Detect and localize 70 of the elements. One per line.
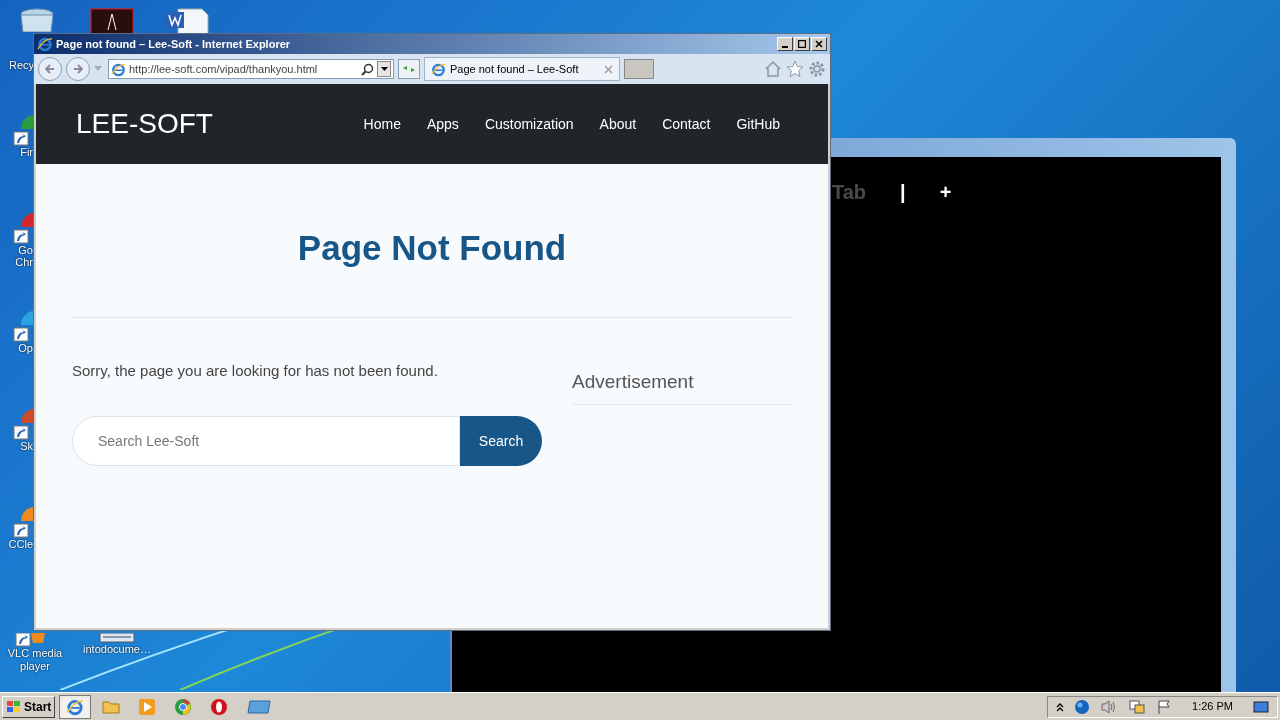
minimize-button[interactable] <box>777 37 793 51</box>
home-icon[interactable] <box>764 60 782 78</box>
recycle-bin-icon[interactable] <box>18 8 56 32</box>
desktop-icon-label[interactable]: Go Chr <box>3 244 33 268</box>
maximize-button[interactable] <box>794 37 810 51</box>
desktop-icon-label[interactable]: Sk <box>3 440 33 452</box>
forward-button[interactable] <box>66 57 90 81</box>
browser-icon <box>37 36 53 52</box>
forward-arrow-icon <box>72 63 84 75</box>
nav-link[interactable]: GitHub <box>736 113 780 135</box>
close-icon <box>815 40 823 48</box>
back-button[interactable] <box>38 57 62 81</box>
address-text: http://lee-soft.com/vipad/thankyou.html <box>129 61 319 77</box>
caret-icon <box>380 66 388 72</box>
start-button[interactable]: Start <box>2 695 56 718</box>
refresh-arrows-icon <box>402 64 416 74</box>
file-icon[interactable] <box>99 633 135 643</box>
star-icon[interactable] <box>786 60 804 78</box>
app-shortcut-icon[interactable] <box>13 210 33 244</box>
nav-link[interactable]: About <box>599 113 637 135</box>
app-shortcut-icon[interactable] <box>13 308 33 342</box>
nav-link[interactable]: Apps <box>426 113 459 135</box>
show-desktop-icon[interactable] <box>1253 699 1269 714</box>
desktop-icon-label[interactable]: Recy <box>9 59 35 72</box>
app-shortcut-icon[interactable] <box>15 633 45 647</box>
app-shortcut-icon[interactable] <box>13 112 33 146</box>
window-title: Page not found – Lee-Soft - Internet Explorer <box>56 36 292 52</box>
refresh-button[interactable] <box>398 59 420 79</box>
page-icon <box>111 61 126 77</box>
nav-link[interactable]: Contact <box>662 113 711 135</box>
window-icon <box>246 698 273 715</box>
sidebar-title: Advertisement <box>572 367 792 405</box>
media-player-icon <box>138 697 157 716</box>
close-tab-icon[interactable] <box>604 64 613 74</box>
settings-icon[interactable] <box>808 60 826 78</box>
not-found-message: Sorry, the page you are looking for has not been found. <box>72 360 439 381</box>
desktop-icon-label[interactable]: intodocume… <box>83 643 151 656</box>
desktop-icon-label[interactable]: VLC media player <box>0 647 70 673</box>
nav-link[interactable]: Home <box>363 113 401 135</box>
taskbar-app-button[interactable] <box>59 694 92 719</box>
tab-title: Page not found – Lee-Soft <box>450 61 580 77</box>
desktop-icon-label[interactable]: Op <box>3 342 33 354</box>
maximize-icon <box>798 40 806 48</box>
page-icon <box>431 61 446 77</box>
new-tab-button[interactable]: + <box>939 177 952 207</box>
tab-separator: | <box>900 180 906 205</box>
close-button[interactable] <box>811 37 827 51</box>
globe-icon[interactable] <box>1074 698 1091 715</box>
address-field[interactable]: http://lee-soft.com/vipad/thankyou.html <box>108 59 394 79</box>
search-button[interactable]: Search <box>460 416 542 466</box>
flag-icon[interactable] <box>1156 698 1173 715</box>
chevron-up-icon[interactable] <box>1056 701 1065 712</box>
network-icon[interactable] <box>1128 698 1147 715</box>
nav-link[interactable]: Customization <box>484 113 574 135</box>
site-logo[interactable]: LEE-SOFT <box>76 103 364 145</box>
desktop-icon-label[interactable]: Fir <box>3 146 33 158</box>
opera-icon <box>210 697 229 716</box>
page-heading: Page Not Found <box>296 227 568 269</box>
app-shortcut-icon[interactable] <box>13 406 33 440</box>
back-arrow-icon <box>44 63 56 75</box>
desktop-icon-label[interactable]: CCle <box>3 538 33 550</box>
app-shortcut-icon[interactable] <box>13 504 33 538</box>
windows-logo-icon <box>6 699 22 714</box>
search-field[interactable]: Search Lee-Soft <box>72 416 460 466</box>
browser-tab[interactable]: Page not found – Lee-Soft <box>424 57 620 81</box>
address-dropdown-button[interactable] <box>377 61 391 77</box>
chrome-icon <box>174 697 193 716</box>
clock[interactable]: 1:26 PM <box>1182 698 1243 715</box>
search-icon[interactable] <box>361 62 374 76</box>
browser-icon <box>66 697 85 716</box>
